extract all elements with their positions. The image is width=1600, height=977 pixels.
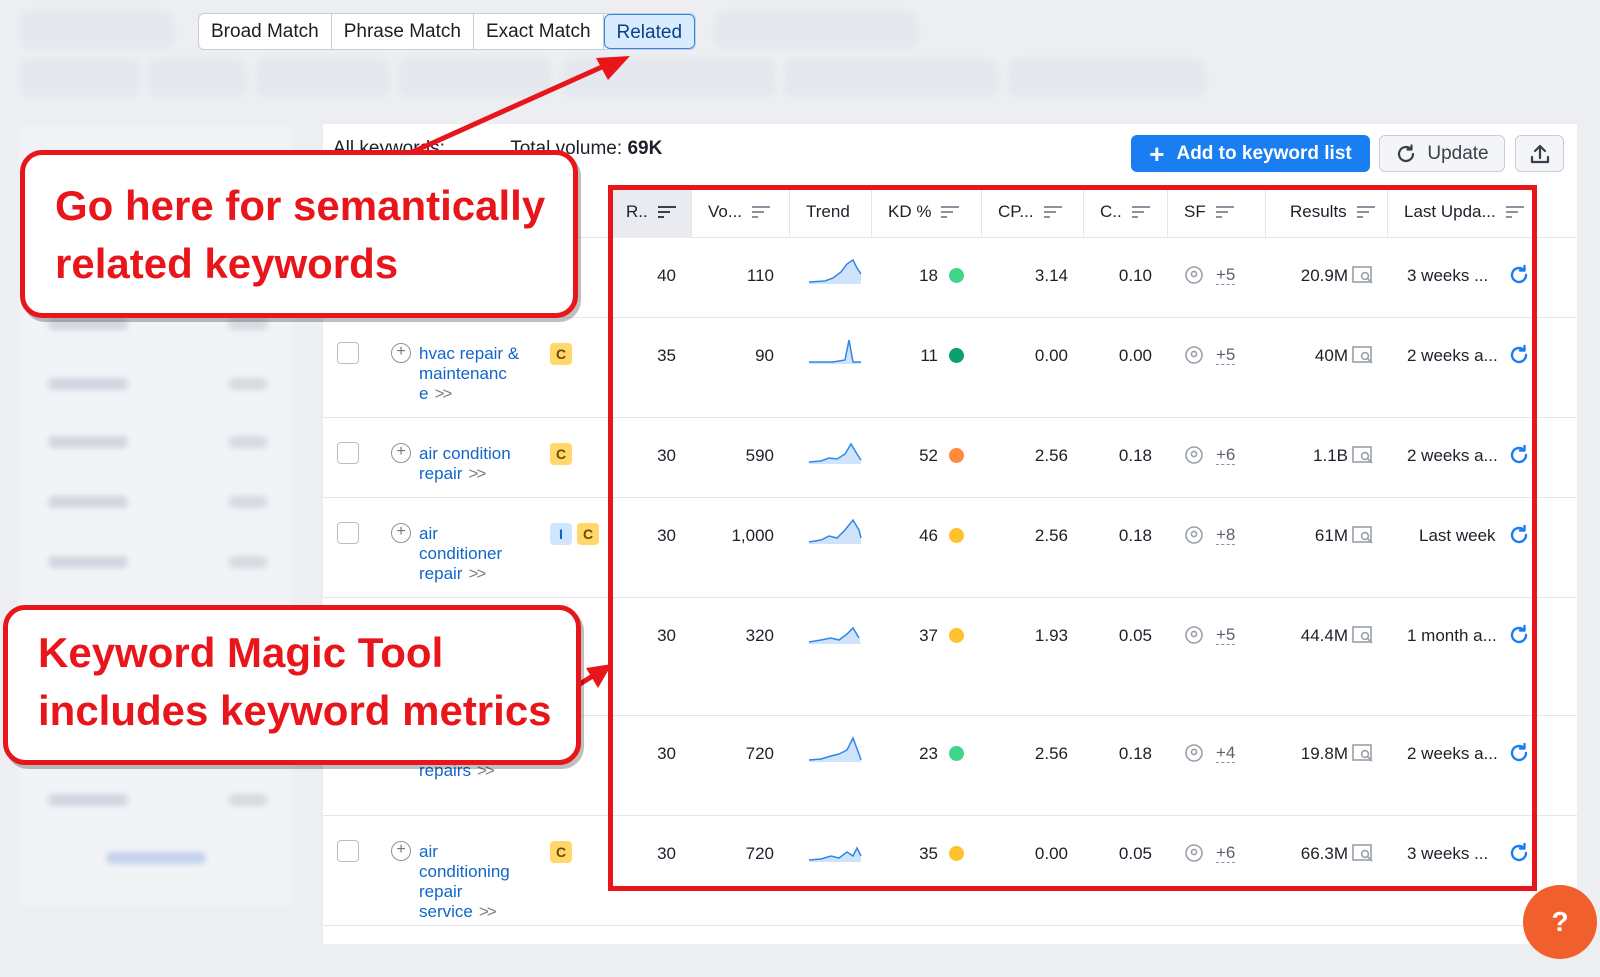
callout-keyword-metrics: Keyword Magic Tool includes keyword metr…	[3, 605, 581, 765]
callout-bottom-line1: Keyword Magic Tool	[38, 629, 444, 676]
callout-top-line1: Go here for semantically	[55, 182, 546, 229]
callout-related-keywords: Go here for semantically related keyword…	[20, 150, 578, 318]
callout-bottom-line2: includes keyword metrics	[38, 687, 552, 734]
arrow-line-top	[406, 63, 606, 157]
help-button[interactable]: ?	[1523, 885, 1597, 959]
callout-top-line2: related keywords	[55, 240, 399, 287]
annotation-arrows	[406, 56, 630, 693]
